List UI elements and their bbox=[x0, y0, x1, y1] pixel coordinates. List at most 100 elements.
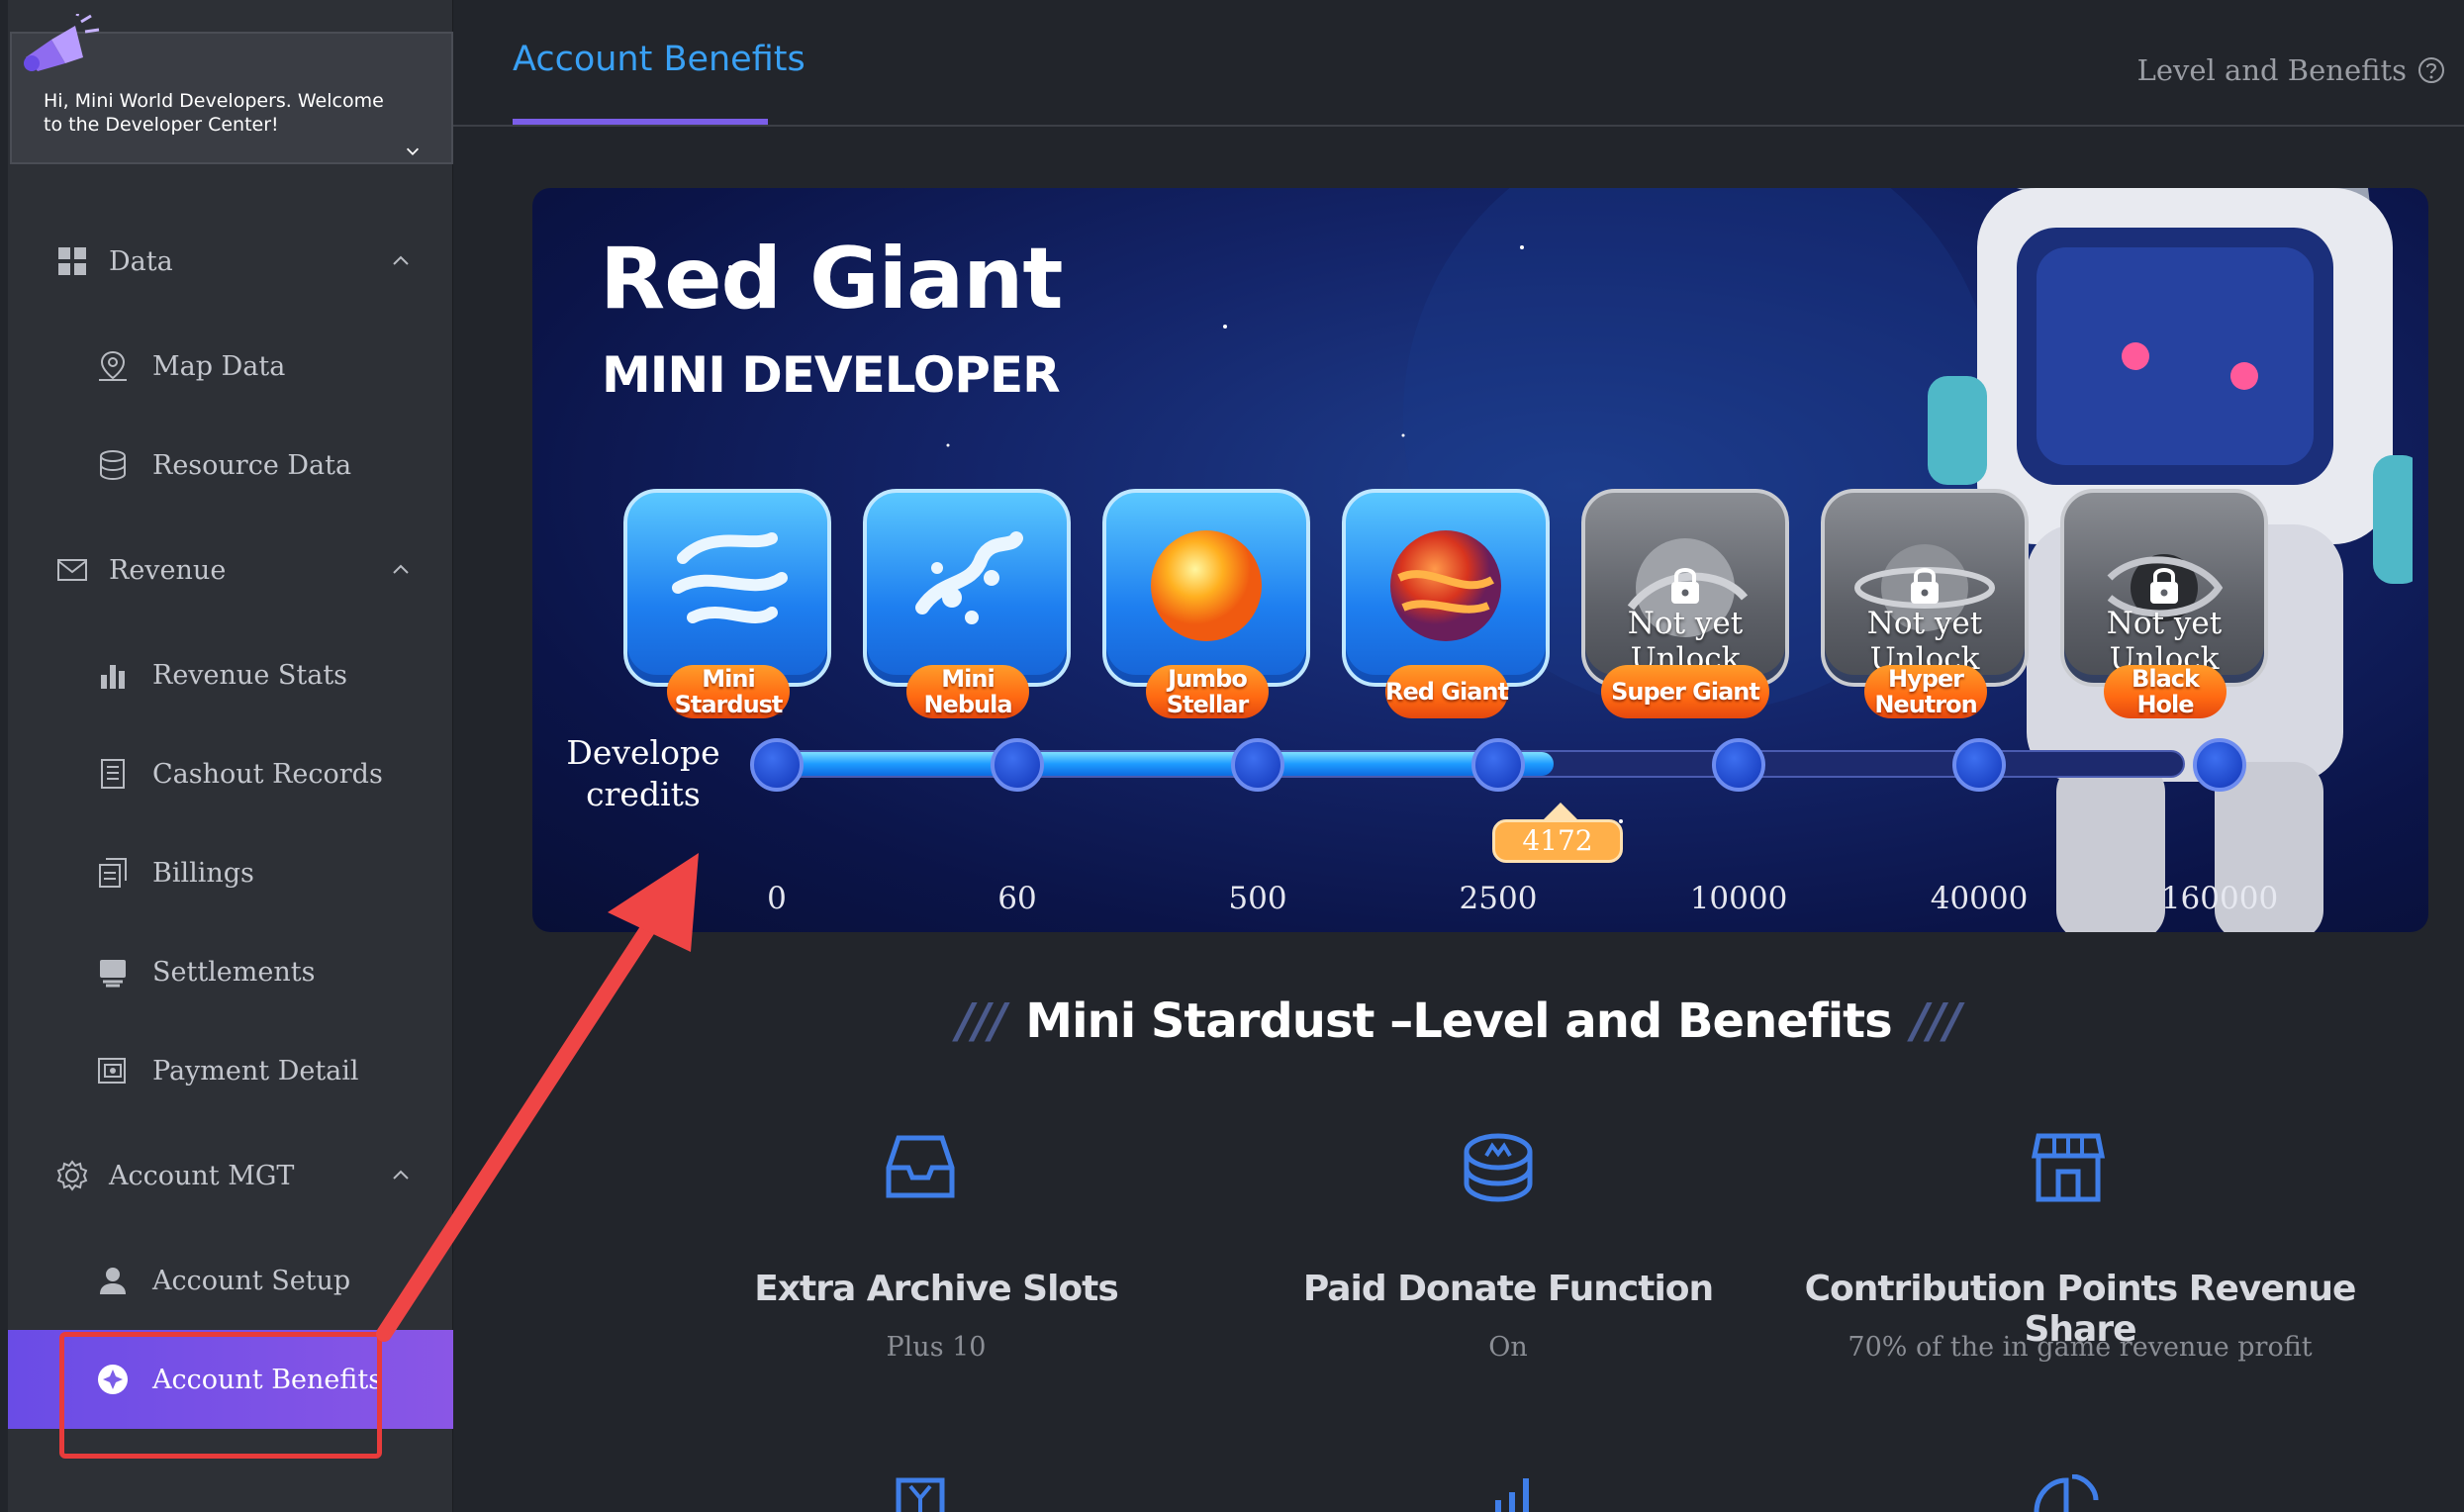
level-banner: Red Giant MINI DEVELOPER Mini Stardust M… bbox=[532, 188, 2428, 932]
sidebar-item-account-setup[interactable]: Account Setup bbox=[8, 1241, 453, 1320]
badge-name: Hyper Neutron bbox=[1864, 665, 1987, 718]
highlight-annotation-box bbox=[59, 1332, 382, 1459]
badge-name: Mini Nebula bbox=[906, 665, 1029, 718]
tab-account-benefits[interactable]: Account Benefits bbox=[513, 40, 806, 79]
sidebar-item-revenue-stats[interactable]: Revenue Stats bbox=[8, 635, 453, 714]
level-badge-red-giant[interactable]: Red Giant bbox=[1342, 489, 1550, 718]
sidebar-item-billings[interactable]: Billings bbox=[8, 833, 453, 912]
level-badge-jumbo-stellar[interactable]: Jumbo Stellar bbox=[1102, 489, 1310, 718]
level-marker-500[interactable] bbox=[1231, 738, 1284, 792]
sidebar-item-resource-data[interactable]: Resource Data bbox=[8, 425, 453, 505]
badge-name: Mini Stardust bbox=[667, 665, 790, 718]
chevron-up-icon[interactable] bbox=[390, 558, 412, 580]
map-pin-icon bbox=[99, 350, 127, 381]
nav-group-data[interactable]: Data bbox=[8, 222, 453, 301]
threshold-label: 40000 bbox=[1930, 881, 2029, 916]
bill-icon bbox=[99, 858, 127, 888]
mail-icon bbox=[57, 559, 87, 581]
nav-group-revenue[interactable]: Revenue bbox=[8, 530, 453, 610]
chevron-down-icon[interactable] bbox=[404, 142, 422, 160]
sun-planet-icon bbox=[1151, 530, 1262, 641]
sidebar-item-label: Payment Detail bbox=[152, 1055, 359, 1087]
benefit-desc: On bbox=[1488, 1332, 1528, 1363]
nav-group-data-label: Data bbox=[109, 245, 173, 277]
pie-chart-icon bbox=[2034, 1474, 2099, 1512]
swirl-cloud-icon bbox=[672, 532, 788, 623]
bar-chart-icon bbox=[1495, 1478, 1529, 1512]
benefit-desc: 70% of the in game revenue profit bbox=[1848, 1332, 2313, 1363]
red-planet-icon bbox=[1390, 530, 1501, 641]
develope-credits-label: Develope credits bbox=[566, 733, 720, 813]
sidebar-item-label: Resource Data bbox=[152, 449, 352, 481]
gear-icon bbox=[56, 1160, 88, 1191]
sidebar-item-label: Cashout Records bbox=[152, 758, 383, 790]
sidebar: Hi, Mini World Developers. Welcome to th… bbox=[8, 0, 453, 1512]
archive-tray-icon bbox=[886, 1135, 955, 1198]
decorative-slashes: /// bbox=[1911, 993, 1962, 1049]
lock-icon bbox=[1671, 568, 1699, 604]
threshold-label: 2500 bbox=[1459, 881, 1538, 916]
badge-name: Jumbo Stellar bbox=[1146, 665, 1269, 718]
sidebar-item-settlements[interactable]: Settlements bbox=[8, 932, 453, 1011]
coin-stack-icon bbox=[1464, 1133, 1533, 1202]
bar-chart-icon bbox=[101, 665, 125, 689]
level-and-benefits-link[interactable]: Level and Benefits bbox=[2137, 53, 2446, 87]
current-level-title: Red Giant bbox=[600, 230, 1063, 329]
settlement-icon bbox=[100, 960, 126, 988]
level-marker-0[interactable] bbox=[750, 738, 804, 792]
level-marker-10000[interactable] bbox=[1712, 738, 1765, 792]
badge-name: Red Giant bbox=[1385, 665, 1509, 718]
level-badge-black-hole[interactable]: Not yet Unlock Black Hole bbox=[2060, 489, 2268, 718]
level-marker-2500[interactable] bbox=[1471, 738, 1525, 792]
level-marker-40000[interactable] bbox=[1952, 738, 2006, 792]
payment-icon bbox=[98, 1058, 126, 1084]
level-marker-60[interactable] bbox=[991, 738, 1044, 792]
welcome-text: Hi, Mini World Developers. Welcome to th… bbox=[44, 90, 384, 136]
section-heading: /// Mini Stardust –Level and Benefits /// bbox=[453, 993, 2464, 1049]
sidebar-item-label: Billings bbox=[152, 857, 254, 889]
threshold-label: 160000 bbox=[2160, 881, 2279, 916]
tab-bar: Account Benefits Level and Benefits bbox=[453, 0, 2464, 127]
lock-icon bbox=[2150, 568, 2178, 604]
threshold-label: 0 bbox=[767, 881, 787, 916]
database-icon bbox=[100, 450, 126, 481]
sidebar-item-map-data[interactable]: Map Data bbox=[8, 327, 453, 406]
threshold-label: 60 bbox=[997, 881, 1037, 916]
threshold-label: 10000 bbox=[1689, 881, 1788, 916]
megaphone-icon bbox=[24, 14, 100, 71]
nebula-icon bbox=[915, 531, 1023, 624]
credits-progress-fill bbox=[762, 752, 1555, 776]
currency-icon bbox=[896, 1477, 945, 1512]
chevron-up-icon[interactable] bbox=[390, 1164, 412, 1185]
level-badge-super-giant[interactable]: Not yet Unlock Super Giant bbox=[1581, 489, 1789, 718]
chevron-up-icon[interactable] bbox=[390, 249, 412, 271]
decorative-slashes: /// bbox=[956, 993, 1007, 1049]
threshold-label: 500 bbox=[1228, 881, 1287, 916]
lock-icon bbox=[1911, 568, 1939, 604]
benefit-desc: Plus 10 bbox=[886, 1332, 987, 1363]
benefit-title: Paid Donate Function bbox=[1302, 1269, 1714, 1309]
sidebar-item-label: Revenue Stats bbox=[152, 659, 348, 691]
nav-group-account-mgt[interactable]: Account MGT bbox=[8, 1136, 453, 1215]
nav-group-account-mgt-label: Account MGT bbox=[109, 1160, 295, 1191]
sidebar-item-cashout-records[interactable]: Cashout Records bbox=[8, 734, 453, 813]
store-icon bbox=[2031, 1133, 2106, 1202]
nav-group-revenue-label: Revenue bbox=[109, 554, 227, 586]
sidebar-item-label: Account Setup bbox=[152, 1265, 351, 1296]
help-circle-icon[interactable] bbox=[2417, 55, 2446, 85]
level-link-label: Level and Benefits bbox=[2136, 53, 2407, 87]
badge-name: Black Hole bbox=[2104, 665, 2227, 718]
level-badge-hyper-neutron[interactable]: Not yet Unlock Hyper Neutron bbox=[1821, 489, 2029, 718]
level-badge-mini-stardust[interactable]: Mini Stardust bbox=[623, 489, 831, 718]
level-marker-160000[interactable] bbox=[2193, 738, 2246, 792]
document-icon bbox=[101, 759, 125, 789]
level-badge-mini-nebula[interactable]: Mini Nebula bbox=[863, 489, 1071, 718]
badge-name: Super Giant bbox=[1601, 665, 1769, 718]
benefit-title: Extra Archive Slots bbox=[754, 1269, 1119, 1309]
section-title-text: Mini Stardust –Level and Benefits bbox=[1025, 993, 1892, 1049]
grid-icon bbox=[58, 247, 86, 275]
sidebar-item-label: Map Data bbox=[152, 350, 286, 382]
sidebar-item-label: Settlements bbox=[152, 956, 316, 988]
sidebar-item-payment-detail[interactable]: Payment Detail bbox=[8, 1031, 453, 1110]
current-credits-tooltip: 4172 bbox=[1492, 803, 1623, 863]
